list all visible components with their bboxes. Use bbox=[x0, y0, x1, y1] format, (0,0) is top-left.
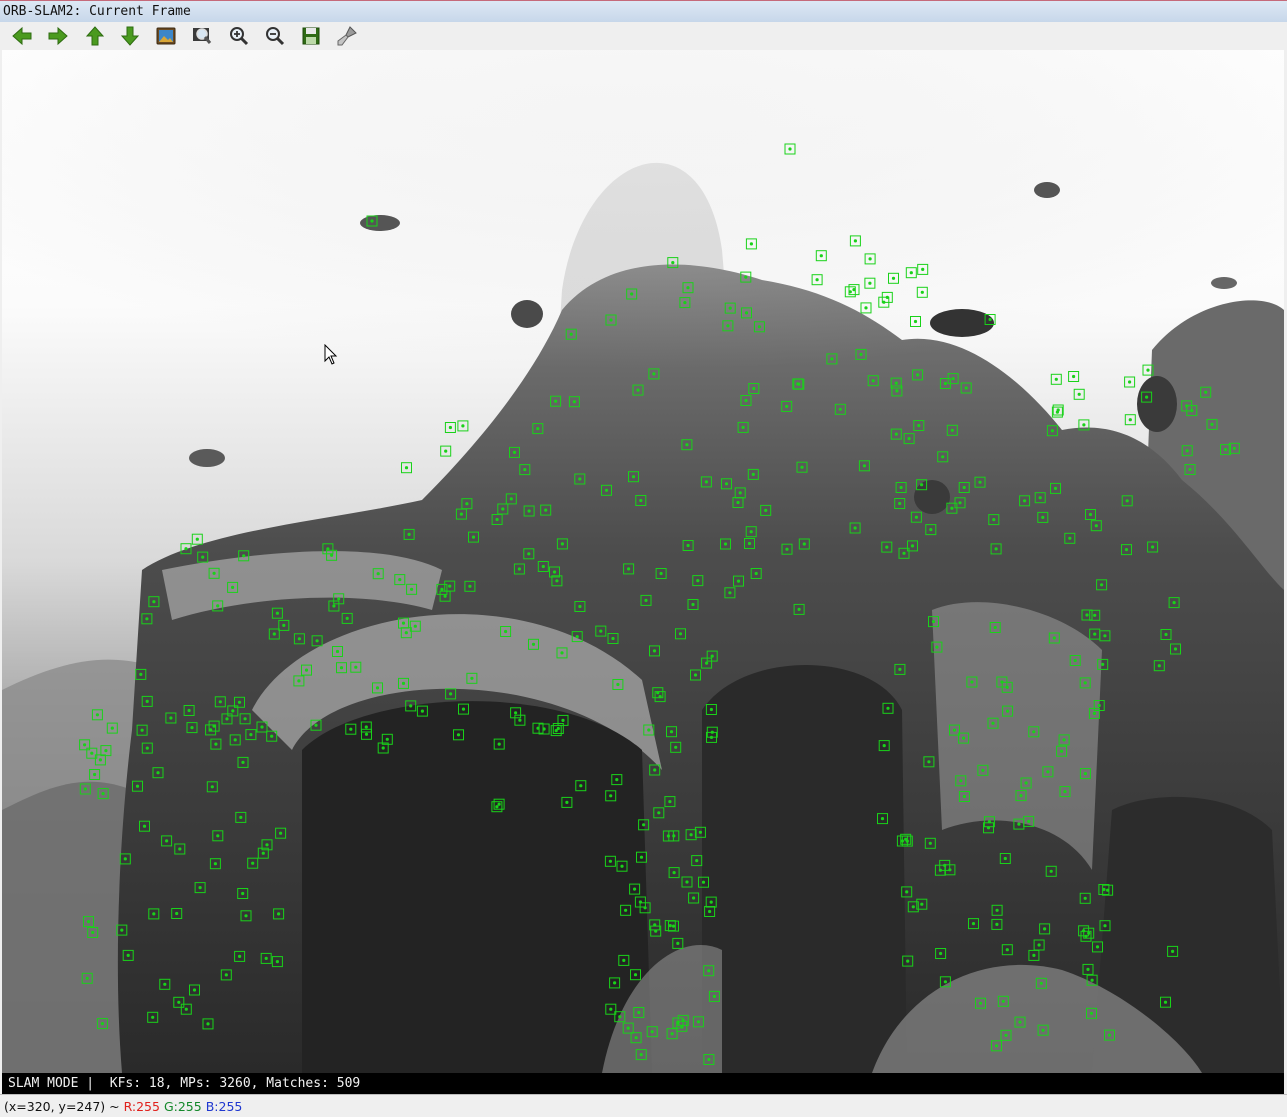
properties-brush-icon bbox=[337, 26, 357, 46]
status-bar: (x=320, y=247) ~ R:255 G:255 B:255 bbox=[0, 1094, 1287, 1117]
slam-stats: KFs: 18, MPs: 3260, Matches: 509 bbox=[109, 1076, 361, 1091]
save-button[interactable] bbox=[299, 24, 323, 48]
zoom-original-button[interactable] bbox=[154, 24, 178, 48]
mouse-cursor-icon bbox=[324, 344, 338, 365]
properties-button[interactable] bbox=[335, 24, 359, 48]
arrow-up-icon bbox=[85, 26, 105, 46]
pan-left-button[interactable] bbox=[10, 24, 34, 48]
slam-info-text: SLAM MODE | KFs: 18, MPs: 3260, Matches:… bbox=[8, 1076, 360, 1091]
pan-right-button[interactable] bbox=[46, 24, 70, 48]
cursor-coordinates: (x=320, y=247) ~ bbox=[4, 1099, 120, 1114]
toolbar bbox=[0, 22, 1287, 50]
orb-slam-window: ORB-SLAM2: Current Frame SLAM MODE | KFs… bbox=[0, 0, 1287, 1117]
pixel-red-value: R:255 bbox=[123, 1099, 160, 1114]
slam-mode-label: SLAM MODE bbox=[8, 1076, 79, 1091]
pan-down-button[interactable] bbox=[118, 24, 142, 48]
zoom-fit-icon bbox=[193, 28, 212, 44]
slam-info-bar: SLAM MODE | KFs: 18, MPs: 3260, Matches:… bbox=[2, 1073, 1284, 1094]
zoom-out-button[interactable] bbox=[263, 24, 287, 48]
camera-frame-image bbox=[2, 50, 1284, 1073]
zoom-fit-button[interactable] bbox=[190, 24, 214, 48]
save-icon bbox=[302, 27, 320, 45]
pixel-readout: (x=320, y=247) ~ R:255 G:255 B:255 bbox=[4, 1099, 242, 1114]
arrow-right-icon bbox=[48, 26, 68, 46]
slam-separator: | bbox=[86, 1076, 95, 1091]
zoom-in-button[interactable] bbox=[227, 24, 251, 48]
zoom-in-icon bbox=[230, 27, 249, 46]
pixel-blue-value: B:255 bbox=[205, 1099, 243, 1114]
window-title: ORB-SLAM2: Current Frame bbox=[3, 4, 191, 19]
arrow-left-icon bbox=[12, 26, 32, 46]
arrow-down-icon bbox=[120, 26, 140, 46]
zoom-out-icon bbox=[266, 27, 285, 46]
pan-up-button[interactable] bbox=[83, 24, 107, 48]
title-bar[interactable]: ORB-SLAM2: Current Frame bbox=[0, 0, 1287, 22]
fish bbox=[360, 215, 400, 231]
pixel-green-value: G:255 bbox=[163, 1099, 202, 1114]
current-frame-view[interactable] bbox=[2, 50, 1284, 1073]
image-icon bbox=[156, 27, 176, 45]
